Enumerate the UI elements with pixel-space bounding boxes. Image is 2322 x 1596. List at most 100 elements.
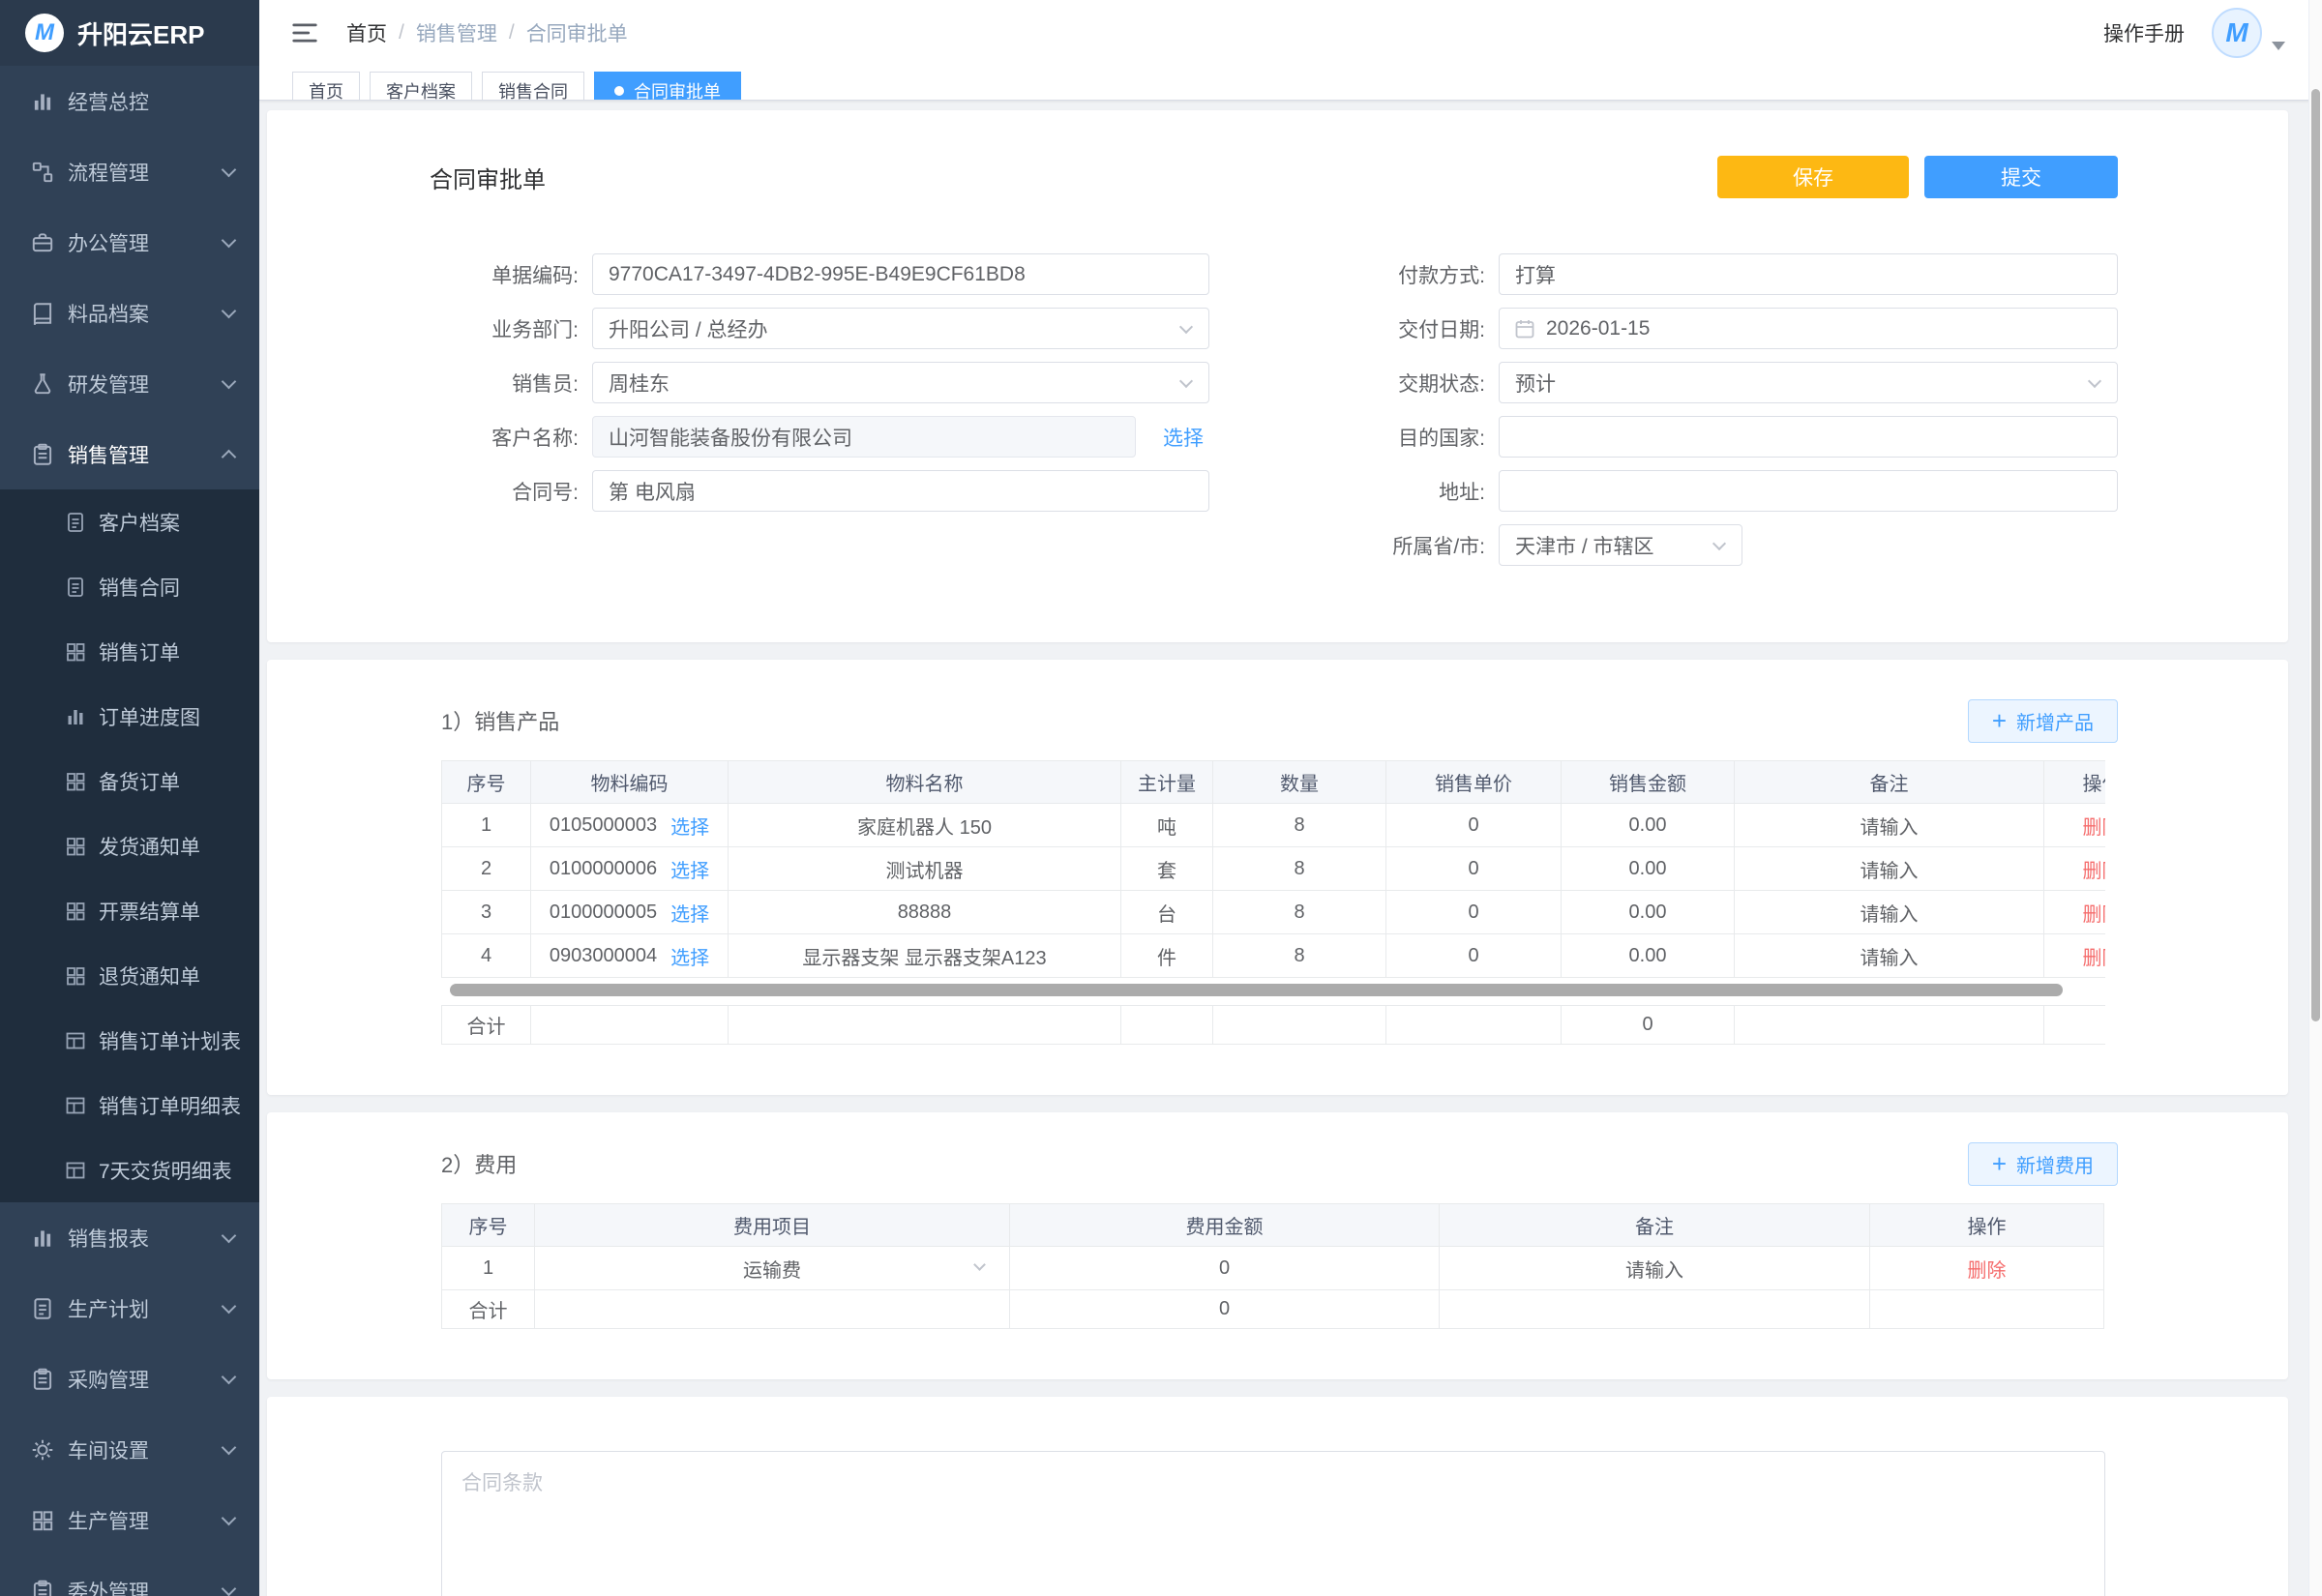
payment-input[interactable]	[1499, 253, 2118, 295]
tab-customer-archive[interactable]: 客户档案	[370, 72, 472, 101]
cell-action: 删除	[2044, 891, 2106, 934]
note-input[interactable]: 请输入	[1735, 847, 2044, 891]
sidebar-item-sales-order[interactable]: 销售订单	[0, 619, 259, 684]
expense-item-select[interactable]: 运输费	[543, 1255, 1001, 1283]
app-name: 升阳云ERP	[77, 15, 204, 51]
chevron-down-icon	[222, 1511, 237, 1526]
delivery-status-select[interactable]: 预计	[1499, 362, 2118, 403]
cell-qty[interactable]: 8	[1213, 804, 1386, 847]
delete-row-link[interactable]: 删除	[1968, 1260, 2007, 1282]
summary-label: 合计	[442, 1290, 535, 1329]
cell-qty[interactable]: 8	[1213, 934, 1386, 978]
delete-row-link[interactable]: 删除	[2083, 861, 2106, 882]
field-delivery-status: 交期状态: 预计	[1253, 362, 2118, 403]
delete-row-link[interactable]: 删除	[2083, 817, 2106, 839]
breadcrumb-home[interactable]: 首页	[346, 18, 387, 47]
add-product-button[interactable]: +新增产品	[1968, 699, 2118, 743]
sidebar-item-outsourcing[interactable]: 委外管理	[0, 1555, 259, 1596]
product-row: 3 0100000005选择 88888 台 8 0 0.00 请输入 删除	[442, 891, 2106, 934]
salesperson-select[interactable]: 周桂东	[592, 362, 1209, 403]
sidebar-item-sales-mgmt[interactable]: 销售管理	[0, 419, 259, 489]
sidebar-item-sales-order-plan[interactable]: 销售订单计划表	[0, 1008, 259, 1073]
delete-row-link[interactable]: 删除	[2083, 904, 2106, 926]
cell-price[interactable]: 0	[1386, 934, 1562, 978]
sidebar-item-sales-report[interactable]: 销售报表	[0, 1202, 259, 1273]
submit-button[interactable]: 提交	[1924, 156, 2118, 198]
chevron-up-icon	[222, 450, 237, 465]
note-input[interactable]: 请输入	[1735, 804, 2044, 847]
breadcrumb-separator: /	[399, 21, 404, 44]
sidebar-item-workshop-settings[interactable]: 车间设置	[0, 1414, 259, 1485]
cell-price[interactable]: 0	[1386, 847, 1562, 891]
sidebar-item-rd-mgmt[interactable]: 研发管理	[0, 348, 259, 419]
sidebar-item-shipping-notice[interactable]: 发货通知单	[0, 813, 259, 878]
add-expense-button[interactable]: +新增费用	[1968, 1142, 2118, 1186]
manual-link[interactable]: 操作手册	[2103, 18, 2185, 47]
sidebar-item-business-monitor[interactable]: 经营总控	[0, 66, 259, 136]
cell-action: 删除	[1870, 1247, 2104, 1290]
delete-row-link[interactable]: 删除	[2083, 948, 2106, 969]
sidebar-item-material-archive[interactable]: 料品档案	[0, 278, 259, 348]
clipboard-icon	[30, 1367, 55, 1392]
form-actions: 保存 提交	[1717, 156, 2118, 198]
select-material-link[interactable]: 选择	[670, 942, 709, 970]
contract-no-input[interactable]	[592, 470, 1209, 512]
avatar[interactable]: M	[2212, 8, 2262, 58]
sidebar-item-7day-delivery[interactable]: 7天交货明细表	[0, 1138, 259, 1202]
sidebar-item-production-plan[interactable]: 生产计划	[0, 1273, 259, 1344]
sidebar-item-office-mgmt[interactable]: 办公管理	[0, 207, 259, 278]
select-material-link[interactable]: 选择	[670, 855, 709, 883]
note-input[interactable]: 请输入	[1735, 934, 2044, 978]
cell-price[interactable]: 0	[1386, 804, 1562, 847]
vertical-scrollbar-thumb[interactable]	[2311, 89, 2320, 1021]
horizontal-scrollbar-thumb[interactable]	[450, 984, 2063, 996]
flow-icon	[30, 160, 55, 185]
province-select[interactable]: 天津市 / 市辖区	[1499, 524, 1742, 566]
tab-home[interactable]: 首页	[292, 72, 360, 101]
note-input[interactable]: 请输入	[1735, 891, 2044, 934]
select-value: 预计	[1515, 369, 1556, 398]
sidebar-item-purchase-mgmt[interactable]: 采购管理	[0, 1344, 259, 1414]
cell-amount: 0.00	[1562, 804, 1735, 847]
tab-sales-contract[interactable]: 销售合同	[482, 72, 584, 101]
sidebar-item-sales-order-detail[interactable]: 销售订单明细表	[0, 1073, 259, 1138]
cell-qty[interactable]: 8	[1213, 847, 1386, 891]
caret-down-icon[interactable]	[2272, 42, 2285, 50]
sidebar-item-sales-contract[interactable]: 销售合同	[0, 554, 259, 619]
country-input[interactable]	[1499, 416, 2118, 458]
col-action: 操作	[1870, 1204, 2104, 1247]
briefcase-icon	[30, 230, 55, 255]
form-column-left: 单据编码: 业务部门: 升阳公司 / 总经办 销售员:	[430, 253, 1209, 578]
cell-unit: 套	[1121, 847, 1213, 891]
cell-no: 3	[442, 891, 531, 934]
sidebar-item-return-notice[interactable]: 退货通知单	[0, 943, 259, 1008]
sidebar-item-stock-order[interactable]: 备货订单	[0, 749, 259, 813]
select-customer-link[interactable]: 选择	[1163, 423, 1204, 452]
sidebar-toggle-icon[interactable]	[290, 18, 319, 47]
delivery-date-picker[interactable]: 2026-01-15	[1499, 308, 2118, 349]
doc-code-input[interactable]	[592, 253, 1209, 295]
gear-icon	[30, 1437, 55, 1463]
cell-amount[interactable]: 0	[1010, 1247, 1440, 1290]
breadcrumb-sales-mgmt[interactable]: 销售管理	[416, 18, 497, 47]
sidebar-item-customer-archive[interactable]: 客户档案	[0, 489, 259, 554]
address-input[interactable]	[1499, 470, 2118, 512]
cell-price[interactable]: 0	[1386, 891, 1562, 934]
app-logo[interactable]: M 升阳云ERP	[0, 0, 259, 66]
grid-icon	[64, 835, 87, 858]
col-note: 备注	[1440, 1204, 1870, 1247]
sidebar-item-label: 采购管理	[68, 1365, 149, 1394]
sidebar-item-label: 7天交货明细表	[99, 1156, 232, 1185]
sidebar-item-production-mgmt[interactable]: 生产管理	[0, 1485, 259, 1555]
save-button[interactable]: 保存	[1717, 156, 1909, 198]
contract-terms-textarea[interactable]	[441, 1451, 2105, 1596]
select-material-link[interactable]: 选择	[670, 899, 709, 927]
tab-contract-approval[interactable]: 合同审批单	[594, 72, 741, 101]
cell-qty[interactable]: 8	[1213, 891, 1386, 934]
sidebar-item-order-progress[interactable]: 订单进度图	[0, 684, 259, 749]
select-material-link[interactable]: 选择	[670, 812, 709, 840]
sidebar-item-process-mgmt[interactable]: 流程管理	[0, 136, 259, 207]
sidebar-item-invoice-settlement[interactable]: 开票结算单	[0, 878, 259, 943]
note-input[interactable]: 请输入	[1440, 1247, 1870, 1290]
dept-select[interactable]: 升阳公司 / 总经办	[592, 308, 1209, 349]
